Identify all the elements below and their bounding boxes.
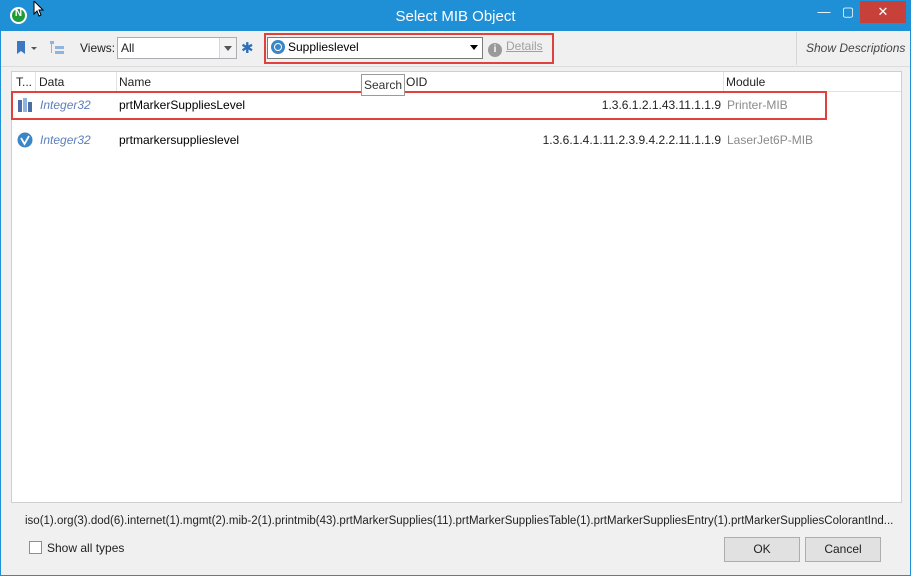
details-link[interactable]: i Details xyxy=(488,39,543,57)
column-header-data[interactable]: Data xyxy=(39,75,64,89)
mib-object-table: T... Data Name OID Module Integer32 prtM… xyxy=(11,71,902,503)
cancel-button[interactable]: Cancel xyxy=(805,537,881,562)
search-tooltip: Search xyxy=(361,74,405,96)
mouse-cursor-icon xyxy=(33,1,45,17)
column-divider[interactable] xyxy=(35,72,36,91)
table-header: T... Data Name OID Module xyxy=(12,72,901,92)
close-button[interactable]: ✕ xyxy=(860,1,906,23)
chevron-down-icon[interactable] xyxy=(470,45,478,50)
column-header-name[interactable]: Name xyxy=(119,75,151,89)
row-highlight-box xyxy=(11,91,827,120)
row-oid: 1.3.6.1.4.1.11.2.3.9.4.2.2.11.1.1.9 xyxy=(542,133,721,147)
maximize-button[interactable]: ▢ xyxy=(833,1,863,23)
column-divider[interactable] xyxy=(723,72,724,91)
column-divider[interactable] xyxy=(116,72,117,91)
show-descriptions-label: Show Descriptions xyxy=(806,41,906,55)
column-header-module[interactable]: Module xyxy=(726,75,765,89)
views-label: Views: xyxy=(80,41,116,55)
views-select[interactable]: All xyxy=(117,37,237,59)
tree-view-icon[interactable] xyxy=(49,40,65,56)
search-combo[interactable] xyxy=(267,37,483,59)
views-selected-value: All xyxy=(121,41,135,55)
search-input[interactable] xyxy=(288,39,458,55)
column-header-oid[interactable]: OID xyxy=(406,75,427,89)
bookmark-dropdown-icon[interactable] xyxy=(15,40,37,56)
oid-path-text: iso(1).org(3).dod(6).internet(1).mgmt(2)… xyxy=(25,515,894,527)
info-icon: i xyxy=(488,43,502,57)
column-header-type[interactable]: T... xyxy=(16,75,32,89)
row-data-type: Integer32 xyxy=(40,133,91,147)
check-circle-icon xyxy=(17,132,33,148)
chevron-down-icon[interactable] xyxy=(219,38,236,58)
table-row[interactable]: Integer32 prtmarkersupplieslevel 1.3.6.1… xyxy=(12,128,901,152)
show-all-types-label: Show all types xyxy=(47,541,125,555)
window-title: Select MIB Object xyxy=(395,8,516,25)
row-name: prtmarkersupplieslevel xyxy=(119,133,240,147)
ok-button[interactable]: OK xyxy=(724,537,800,562)
show-all-types-checkbox[interactable]: Show all types xyxy=(29,541,124,555)
title-bar: N Select MIB Object — ▢ ✕ xyxy=(1,1,910,31)
checkbox-icon[interactable] xyxy=(29,541,42,554)
search-icon xyxy=(271,40,285,54)
details-label: Details xyxy=(506,39,543,53)
row-module: LaserJet6P-MIB xyxy=(727,133,814,147)
gear-icon[interactable]: ✱ xyxy=(241,39,254,57)
show-descriptions-button[interactable]: Show Descriptions xyxy=(796,32,910,65)
select-mib-object-dialog: N Select MIB Object — ▢ ✕ Views: All ✱ S… xyxy=(0,0,911,576)
